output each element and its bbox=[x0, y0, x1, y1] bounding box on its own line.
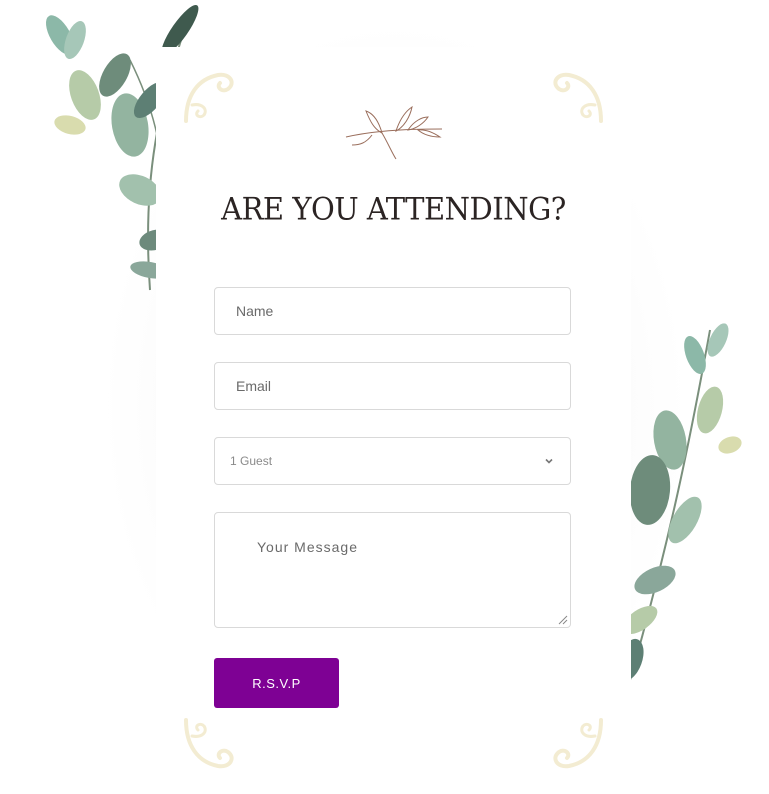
rsvp-card: ARE YOU ATTENDING? 1 Guest R.S.V.P bbox=[156, 47, 631, 794]
flourish-ornament-icon bbox=[553, 718, 603, 769]
floral-sprig-icon bbox=[345, 105, 443, 160]
flourish-ornament-icon bbox=[553, 72, 603, 123]
page-title: ARE YOU ATTENDING? bbox=[221, 191, 566, 227]
flourish-ornament-icon bbox=[184, 718, 234, 769]
name-input[interactable] bbox=[215, 288, 570, 334]
flourish-ornament-icon bbox=[184, 72, 234, 123]
chevron-down-icon bbox=[545, 458, 553, 464]
rsvp-submit-button[interactable]: R.S.V.P bbox=[214, 658, 339, 708]
email-input[interactable] bbox=[215, 363, 570, 409]
email-field[interactable] bbox=[214, 362, 571, 410]
guest-count-value: 1 Guest bbox=[230, 454, 273, 468]
name-field[interactable] bbox=[214, 287, 571, 335]
message-textarea[interactable] bbox=[215, 513, 570, 627]
resize-handle-icon[interactable] bbox=[558, 615, 568, 625]
message-field[interactable] bbox=[214, 512, 571, 628]
guest-count-select[interactable]: 1 Guest bbox=[214, 437, 571, 485]
